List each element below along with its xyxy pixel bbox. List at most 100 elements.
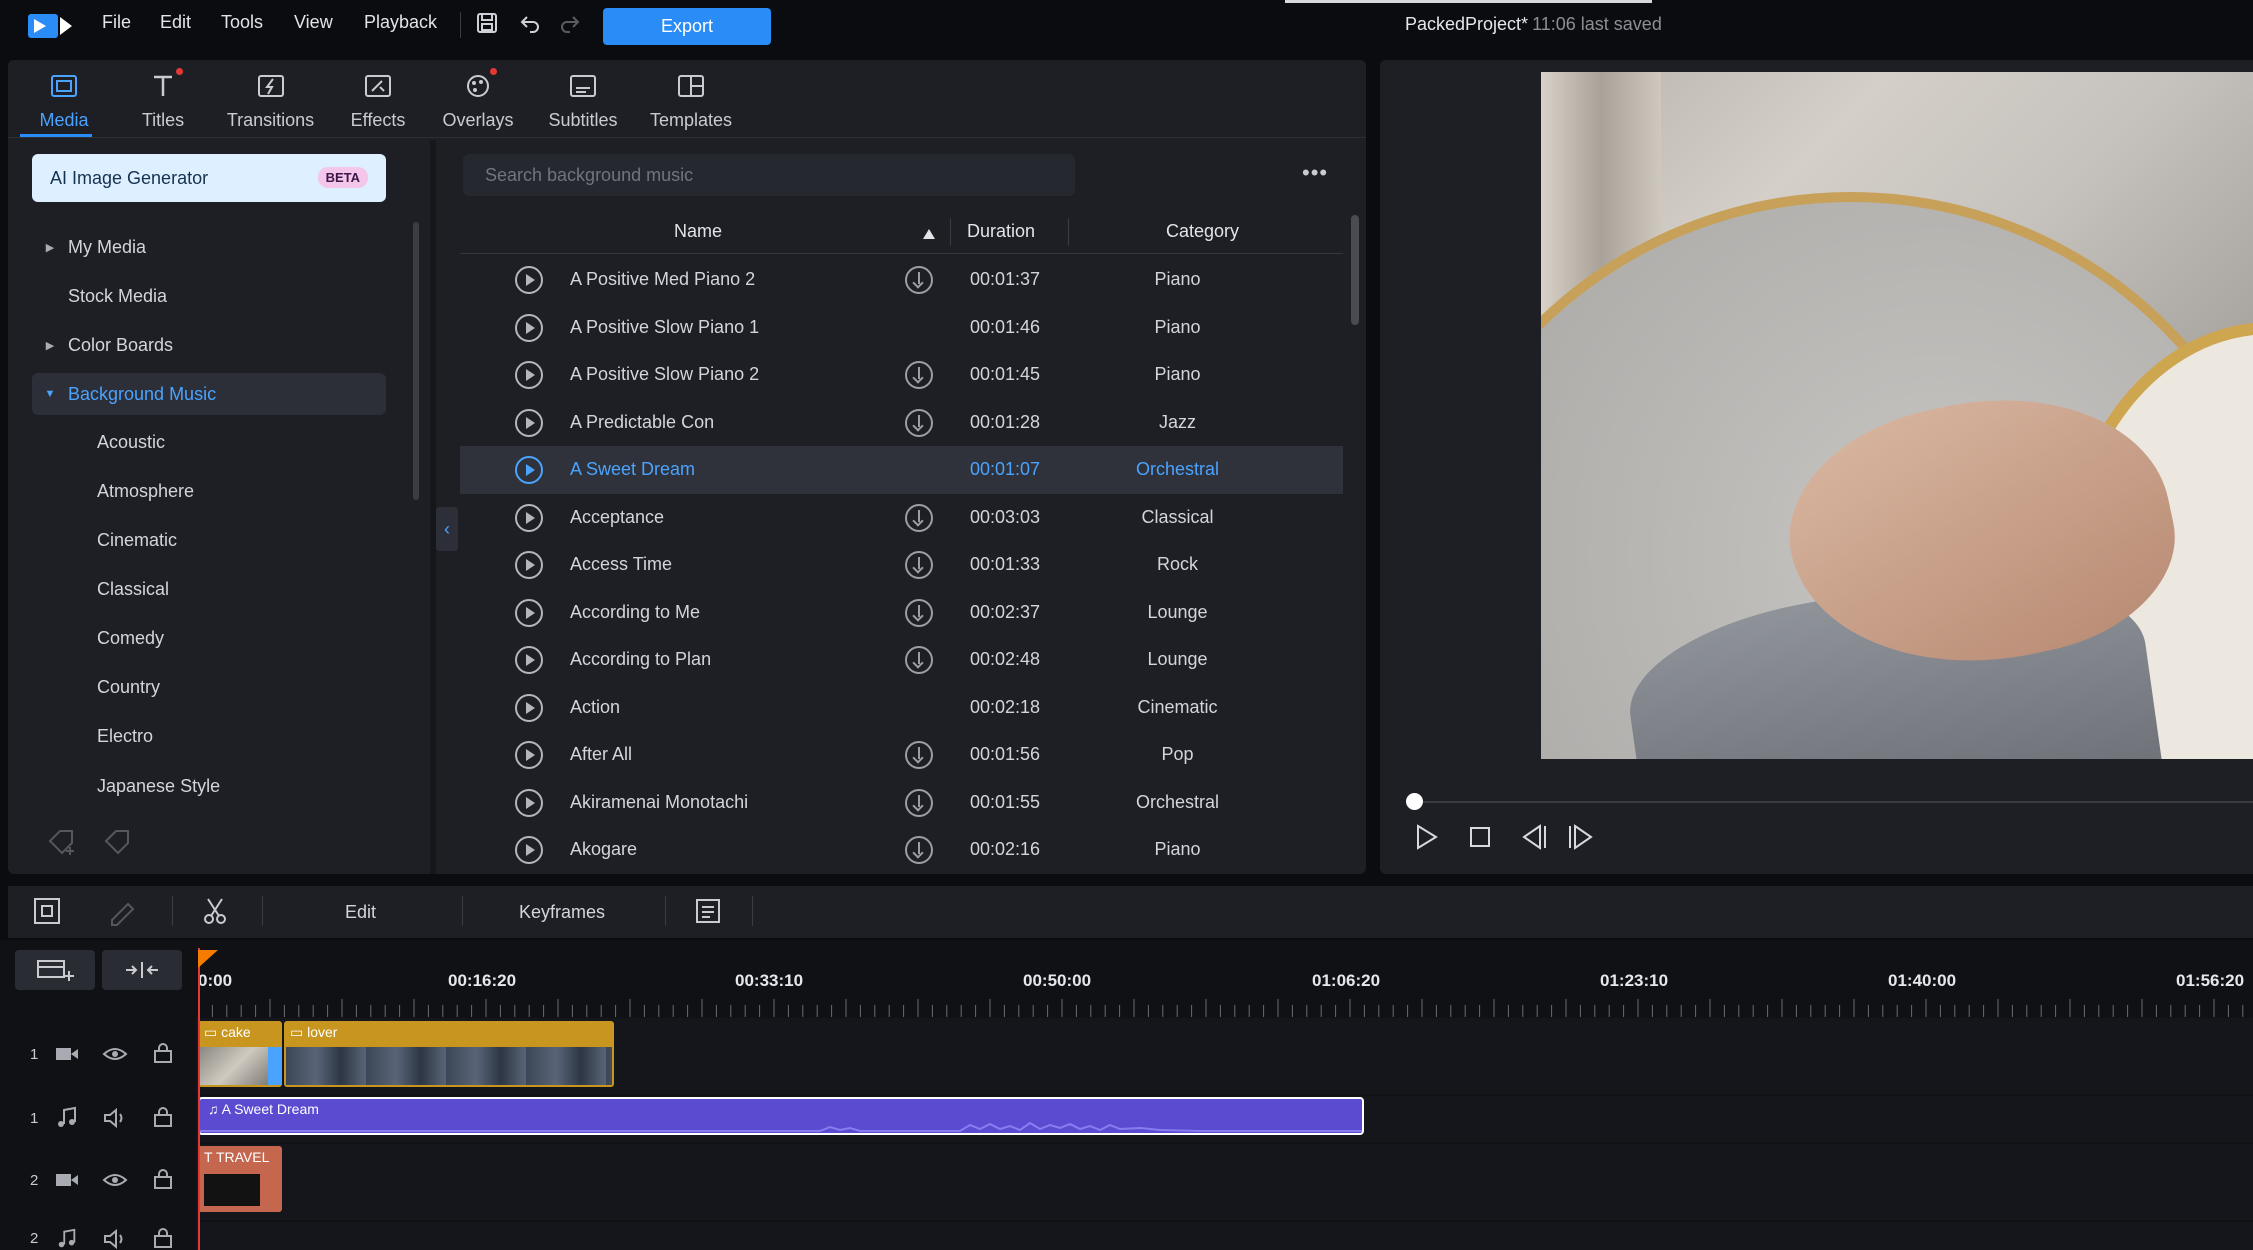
redo-icon[interactable] (558, 11, 582, 41)
sort-ascending-icon[interactable] (922, 224, 936, 245)
category-atmosphere[interactable]: Atmosphere (97, 481, 194, 502)
category-classical[interactable]: Classical (97, 579, 169, 600)
download-icon[interactable] (905, 361, 933, 389)
collapse-panel-button[interactable]: ‹ (436, 507, 458, 551)
tab-overlays[interactable]: Overlays (428, 60, 528, 138)
download-icon[interactable] (905, 503, 933, 532)
table-row[interactable]: A Sweet Dream 00:01:07 Orchestral (460, 446, 1343, 494)
category-electro[interactable]: Electro (97, 726, 153, 747)
play-icon[interactable] (1413, 823, 1439, 858)
category-cinematic[interactable]: Cinematic (97, 530, 177, 551)
play-preview-icon[interactable] (515, 836, 543, 864)
table-row[interactable]: After All 00:01:56 Pop (460, 731, 1343, 779)
menu-file[interactable]: File (102, 12, 131, 33)
play-preview-icon[interactable] (515, 313, 543, 342)
table-row[interactable]: Action 00:02:18 Cinematic (460, 684, 1343, 732)
download-icon[interactable] (905, 788, 933, 817)
tree-item-stock-media[interactable]: Stock Media (32, 275, 386, 317)
speaker-icon[interactable] (102, 1107, 128, 1134)
tree-scrollbar[interactable] (413, 222, 419, 500)
table-row[interactable]: A Positive Med Piano 2 00:01:37 Piano (460, 256, 1343, 304)
fit-timeline-button[interactable] (102, 950, 182, 990)
play-preview-icon[interactable] (515, 788, 543, 817)
export-button[interactable]: Export (603, 8, 771, 45)
undo-icon[interactable] (518, 11, 542, 41)
tab-transitions[interactable]: Transitions (213, 60, 328, 138)
table-row[interactable]: A Predictable Con 00:01:28 Jazz (460, 399, 1343, 447)
table-row[interactable]: Acceptance 00:03:03 Classical (460, 494, 1343, 542)
tree-item-color-boards[interactable]: ▶ Color Boards (32, 324, 386, 366)
menu-edit[interactable]: Edit (160, 12, 191, 33)
download-icon[interactable] (905, 408, 933, 437)
timeline-ruler[interactable] (198, 995, 2253, 1017)
save-icon[interactable] (475, 11, 499, 41)
playhead-handle[interactable] (198, 950, 218, 968)
speaker-icon[interactable] (102, 1228, 128, 1250)
table-row[interactable]: Akiramenai Monotachi 00:01:55 Orchestral (460, 779, 1343, 827)
seek-handle[interactable] (1406, 793, 1423, 810)
tree-item-my-media[interactable]: ▶ My Media (32, 226, 386, 268)
edit-button[interactable]: Edit (345, 902, 376, 923)
download-icon[interactable] (905, 646, 933, 674)
play-preview-icon[interactable] (515, 598, 543, 627)
ai-image-generator-button[interactable]: AI Image Generator BETA (32, 154, 386, 202)
play-preview-icon[interactable] (515, 266, 543, 294)
pen-icon[interactable] (106, 896, 140, 932)
download-icon[interactable] (905, 741, 933, 769)
video-preview[interactable] (1541, 72, 2253, 759)
playhead[interactable] (198, 948, 200, 1250)
seek-bar[interactable] (1413, 801, 2253, 803)
table-row[interactable]: According to Me 00:02:37 Lounge (460, 589, 1343, 637)
keyframes-button[interactable]: Keyframes (519, 902, 605, 923)
category-comedy[interactable]: Comedy (97, 628, 164, 649)
play-preview-icon[interactable] (515, 503, 543, 532)
play-preview-icon[interactable] (515, 408, 543, 437)
video-clip-lover[interactable]: ▭ lover (284, 1021, 614, 1087)
play-preview-icon[interactable] (515, 551, 543, 579)
menu-view[interactable]: View (294, 12, 333, 33)
eye-icon[interactable] (102, 1044, 128, 1069)
download-icon[interactable] (905, 551, 933, 579)
category-acoustic[interactable]: Acoustic (97, 432, 165, 453)
menu-tools[interactable]: Tools (221, 12, 263, 33)
eye-icon[interactable] (102, 1170, 128, 1195)
lock-icon[interactable] (152, 1168, 174, 1195)
previous-frame-icon[interactable] (1518, 823, 1548, 858)
table-row[interactable]: A Positive Slow Piano 2 00:01:45 Piano (460, 351, 1343, 399)
select-mode-icon[interactable] (32, 896, 62, 932)
header-duration[interactable]: Duration (967, 221, 1035, 242)
tab-effects[interactable]: Effects (333, 60, 423, 138)
category-japanese-style[interactable]: Japanese Style (97, 776, 220, 797)
tab-media[interactable]: Media (20, 60, 108, 138)
download-icon[interactable] (905, 266, 933, 294)
search-input[interactable] (463, 154, 1075, 196)
stop-icon[interactable] (1467, 823, 1493, 858)
add-track-button[interactable] (15, 950, 95, 990)
video-clip-cake[interactable]: ▭ cake (198, 1021, 282, 1087)
table-row[interactable]: A Positive Slow Piano 1 00:01:46 Piano (460, 304, 1343, 352)
table-row[interactable]: Access Time 00:01:33 Rock (460, 541, 1343, 589)
audio-clip-a-sweet-dream[interactable]: ♫ A Sweet Dream (198, 1097, 1364, 1135)
tab-subtitles[interactable]: Subtitles (533, 60, 633, 138)
table-row[interactable]: Akogare 00:02:16 Piano (460, 826, 1343, 874)
table-row[interactable]: According to Plan 00:02:48 Lounge (460, 636, 1343, 684)
tree-item-background-music[interactable]: ▼ Background Music (32, 373, 386, 415)
more-options-icon[interactable]: ••• (1302, 160, 1328, 186)
lock-icon[interactable] (152, 1227, 174, 1250)
download-icon[interactable] (905, 836, 933, 864)
scissors-icon[interactable] (200, 896, 230, 932)
menu-playback[interactable]: Playback (364, 12, 437, 33)
play-preview-icon[interactable] (515, 741, 543, 769)
play-preview-icon[interactable] (515, 693, 543, 722)
play-preview-icon[interactable] (515, 646, 543, 674)
play-preview-icon[interactable] (515, 361, 543, 389)
next-frame-icon[interactable] (1567, 823, 1597, 858)
download-icon[interactable] (905, 598, 933, 627)
subtitle-list-icon[interactable] (693, 896, 723, 932)
table-scrollbar[interactable] (1351, 215, 1359, 325)
tab-templates[interactable]: Templates (636, 60, 746, 138)
lock-icon[interactable] (152, 1042, 174, 1069)
category-country[interactable]: Country (97, 677, 160, 698)
play-preview-icon[interactable] (515, 456, 543, 484)
header-category[interactable]: Category (1166, 221, 1239, 242)
